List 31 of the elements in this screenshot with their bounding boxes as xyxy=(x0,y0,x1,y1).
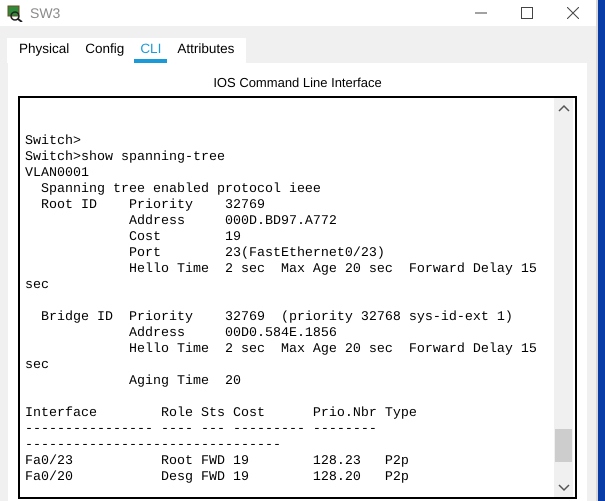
terminal-line: Bridge ID Priority 32769 (priority 32768 sys-id-ext 1) xyxy=(40,310,514,326)
tab[interactable]: Config xyxy=(79,38,130,63)
scrollbar[interactable] xyxy=(554,98,573,497)
terminal-line: Aging Time 20 xyxy=(128,374,242,390)
close-icon xyxy=(567,7,579,19)
tab[interactable]: Physical xyxy=(13,38,76,63)
terminal-line: Spanning tree enabled protocol ieee xyxy=(40,182,322,198)
terminal-line: sec xyxy=(25,358,50,374)
terminal-line: -------------------------------- xyxy=(25,438,282,454)
terminal-line: sec xyxy=(25,278,50,294)
terminal-line: ---------------- ---- --- --------- -------- xyxy=(25,422,378,438)
terminal-line: Address 00D0.584E.1856 xyxy=(128,326,338,342)
terminal-line: Switch>show spanning-tree xyxy=(25,150,226,166)
terminal-line: Hello Time 2 sec Max Age 20 sec Forward Delay 15 xyxy=(128,342,538,358)
scroll-down-icon[interactable] xyxy=(558,484,570,492)
panel-title: IOS Command Line Interface xyxy=(212,74,383,92)
terminal-line: Switch> xyxy=(25,134,82,150)
window-title: SW3 xyxy=(30,5,62,21)
terminal-line: VLAN0001 xyxy=(25,166,90,182)
scroll-up-icon[interactable] xyxy=(558,104,570,112)
scroll-thumb[interactable] xyxy=(555,429,572,462)
terminal-line: Fa0/20 Desg FWD 19 128.20 P2p xyxy=(25,470,410,486)
terminal-line: Hello Time 2 sec Max Age 20 sec Forward Delay 15 xyxy=(128,262,538,278)
tab[interactable]: Attributes xyxy=(171,38,240,63)
terminal-line: Interface Role Sts Cost Prio.Nbr Type xyxy=(25,406,418,422)
terminal-line: Address 000D.BD97.A772 xyxy=(128,214,338,230)
terminal-line: Cost 19 xyxy=(128,230,242,246)
terminal-line: Fa0/23 Root FWD 19 128.23 P2p xyxy=(25,454,410,470)
terminal-line: Port 23(FastEthernet0/23) xyxy=(128,246,386,262)
maximize-icon xyxy=(521,7,533,19)
terminal-line: Root ID Priority 32769 xyxy=(40,198,266,214)
